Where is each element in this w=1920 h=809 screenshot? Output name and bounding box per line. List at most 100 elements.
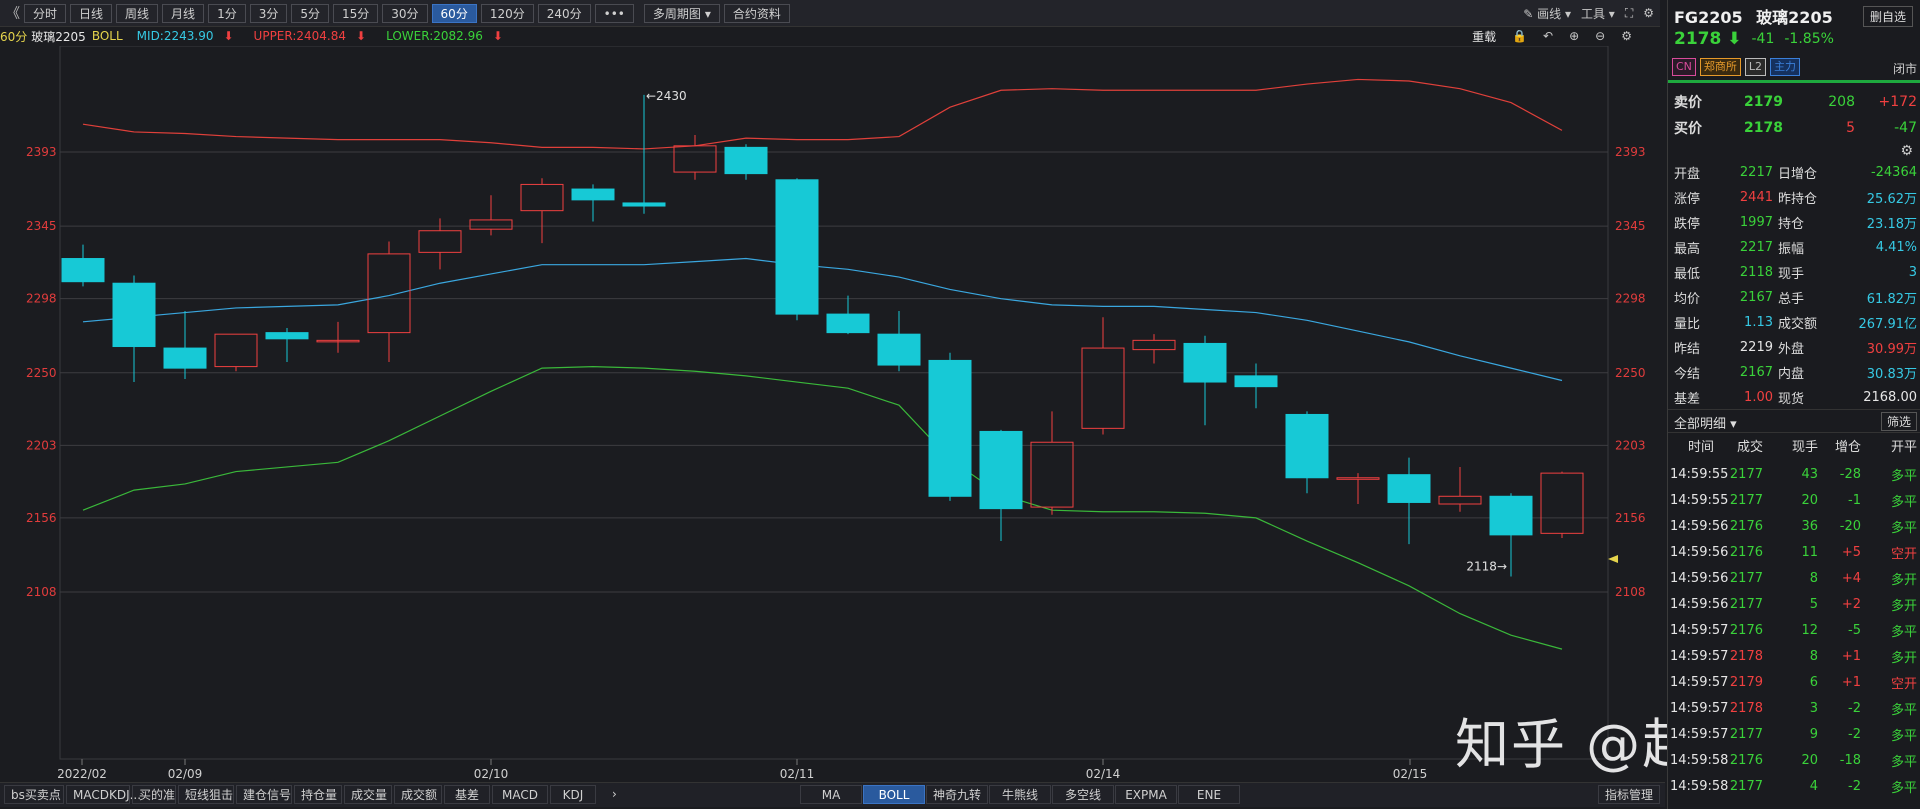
more-tabs-icon[interactable]: ›	[606, 785, 623, 804]
trade-cell: 多平	[1890, 624, 1917, 640]
candle-up	[1081, 347, 1125, 429]
indicator-tab[interactable]: 成交量	[344, 785, 392, 804]
kline-chart[interactable]: 2393 2393 2345 2345 2298 2298 2250 2250 2203 2203…	[0, 45, 1665, 783]
back-icon[interactable]: 《	[6, 3, 20, 23]
contract-code: FG2205	[1674, 8, 1743, 27]
period-button-label: 合约资料	[732, 6, 781, 21]
trade-cell: 9	[1809, 726, 1818, 742]
trade-cell: 8	[1809, 648, 1818, 664]
gear-icon[interactable]: ⚙	[1900, 143, 1913, 159]
indicator-bar: 60分 玻璃2205 BOLL MID:2243.90 ⬇ UPPER:2404.…	[0, 27, 1660, 45]
period-button[interactable]: 合约资料	[723, 3, 790, 23]
stats-row: 涨停 2441 昨持仓 25.62万	[1668, 185, 1920, 209]
detail-select-label: 全部明细	[1674, 417, 1727, 432]
y-tick-label: 2298	[1615, 292, 1646, 306]
draw-line-button[interactable]: ✎ 画线 ▾	[1523, 5, 1571, 22]
period-button[interactable]: 分时	[24, 3, 67, 23]
period-button[interactable]: 15分	[332, 3, 379, 23]
overlay-tab[interactable]: 牛熊线	[989, 785, 1051, 804]
candle-up	[1336, 477, 1380, 480]
trade-cell: 14:59:56	[1670, 596, 1729, 612]
period-button[interactable]: 240分	[537, 3, 591, 23]
fullscreen-icon[interactable]: ⛶	[1625, 6, 1633, 21]
period-button[interactable]: •••	[594, 3, 634, 23]
tools-button[interactable]: 工具 ▾	[1581, 5, 1615, 22]
indicator-tab[interactable]: 持仓量	[294, 785, 342, 804]
price-change-pct: -1.85%	[1784, 31, 1834, 47]
trade-cell: 14:59:55	[1670, 466, 1729, 482]
indicator-tab[interactable]: 买的准	[132, 785, 176, 804]
overlay-tab[interactable]: MA	[800, 785, 862, 804]
period-button[interactable]: 日线	[70, 3, 113, 23]
settings-icon[interactable]: ⚙	[1643, 6, 1654, 20]
draw-line-label: 画线	[1537, 6, 1562, 21]
trade-row: 14:59:58 2176 20 -18 多平	[1668, 747, 1920, 773]
trade-cell: -2	[1848, 700, 1861, 716]
lock-icon[interactable]: 🔒	[1512, 29, 1527, 43]
y-tick-label: 2393	[1615, 145, 1646, 159]
period-button[interactable]: 月线	[162, 3, 205, 23]
period-button[interactable]: 多周期图 ▾	[643, 3, 720, 23]
indicator-tab[interactable]: 建仓信号	[236, 785, 292, 804]
trade-cell: 20	[1801, 492, 1818, 508]
trade-row: 14:59:57 2178 3 -2 多平	[1668, 695, 1920, 721]
trade-cell: 多平	[1890, 780, 1917, 796]
indicator-tab[interactable]: 短线狙击	[178, 785, 234, 804]
period-button-label: 30分	[391, 6, 419, 21]
period-button[interactable]: 5分	[291, 3, 329, 23]
x-tick-label: 02/10	[474, 767, 509, 781]
status-divider	[1668, 80, 1920, 83]
indicator-tab[interactable]: KDJ	[550, 785, 596, 804]
period-button[interactable]: 3分	[249, 3, 288, 23]
indicator-tab[interactable]: MACDKDJ...	[66, 785, 141, 804]
stat-label: 现货	[1778, 391, 1805, 407]
indicator-tab[interactable]: 成交额	[394, 785, 442, 804]
overlay-tab[interactable]: BOLL	[863, 785, 925, 804]
trade-cell: 多平	[1890, 702, 1917, 718]
period-button[interactable]: 120分	[480, 3, 534, 23]
indicator-tab[interactable]: 基差	[444, 785, 490, 804]
boll-upper-line	[82, 78, 1563, 150]
detail-select[interactable]: 全部明细 ▾	[1674, 413, 1737, 432]
trade-cell: 多开	[1890, 572, 1917, 588]
indicator-tab[interactable]: bs买卖点	[4, 785, 64, 804]
gear-icon[interactable]: ⚙	[1621, 29, 1632, 43]
stat-value: 23.18万	[1866, 216, 1917, 232]
zoom-in-icon[interactable]: ⊕	[1569, 29, 1579, 43]
trade-cell: -2	[1848, 726, 1861, 742]
period-button[interactable]: 60分	[431, 3, 477, 23]
trade-cell: 14:59:56	[1670, 518, 1729, 534]
trade-row: 14:59:58 2177 4 -2 多平	[1668, 773, 1920, 799]
stat-label: 内盘	[1778, 366, 1805, 382]
overlay-tab[interactable]: ENE	[1178, 785, 1240, 804]
kline-chart-area[interactable]: 2393 2393 2345 2345 2298 2298 2250 2250 2203 2203…	[0, 45, 1665, 783]
period-button-label: 60分	[440, 6, 468, 21]
stat-value: 30.99万	[1866, 341, 1917, 357]
last-price-value: 2178	[1674, 29, 1722, 49]
indicator-tab[interactable]: MACD	[492, 785, 548, 804]
trade-cell: +5	[1841, 544, 1861, 560]
candle-up	[1030, 441, 1074, 508]
period-button[interactable]: 周线	[116, 3, 159, 23]
period-button[interactable]: 30分	[382, 3, 428, 23]
overlay-tab[interactable]: 多空线	[1052, 785, 1114, 804]
zoom-out-icon[interactable]: ⊖	[1595, 29, 1605, 43]
period-button-label: 分时	[33, 6, 58, 21]
remove-favorite-button[interactable]: 删自选	[1862, 6, 1913, 27]
undo-icon[interactable]: ↶	[1543, 29, 1553, 43]
indicator-manager-button[interactable]: 指标管理	[1598, 785, 1660, 804]
stat-label: 成交额	[1778, 316, 1818, 332]
overlay-tab[interactable]: 神奇九转	[926, 785, 988, 804]
period-button[interactable]: 1分	[208, 3, 246, 23]
contract-tag: L2	[1744, 58, 1767, 76]
stat-label: 持仓	[1778, 216, 1805, 232]
candle-down	[571, 188, 615, 201]
trade-header-cell: 成交	[1736, 440, 1763, 455]
overlay-tab[interactable]: EXPMA	[1115, 785, 1177, 804]
trade-cell: 多开	[1890, 650, 1917, 666]
trade-row: 14:59:57 2176 12 -5 多平	[1668, 617, 1920, 643]
candle-up	[520, 183, 564, 212]
reload-button[interactable]: 重载	[1472, 28, 1496, 45]
candle-down	[1183, 342, 1227, 383]
filter-button[interactable]: 筛选	[1880, 412, 1917, 431]
